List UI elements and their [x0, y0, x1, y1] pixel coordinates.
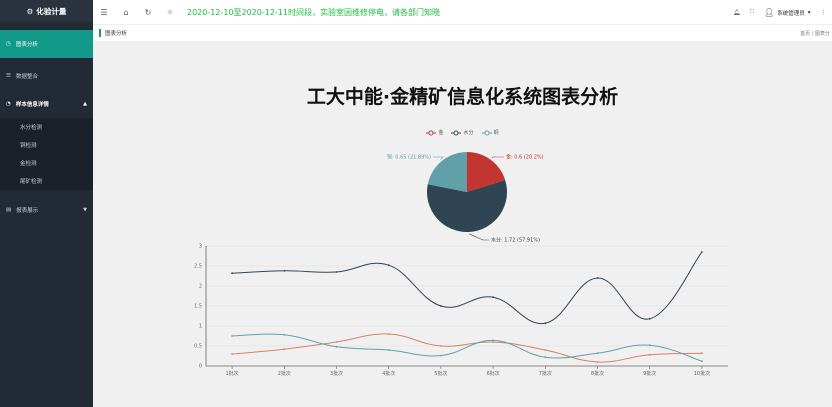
pie-label-0: 金: 0.6 (20.2%): [506, 154, 544, 161]
tab-bar: 图表分析 首页 / 图表分: [93, 25, 832, 42]
sidebar-subitem-tailings[interactable]: 尾矿检测: [0, 172, 93, 190]
y-tick-label: 1.5: [194, 304, 202, 310]
y-tick-label: 0.5: [194, 344, 202, 350]
series-point-1[interactable]: [231, 272, 234, 275]
y-tick-label: 2: [199, 284, 202, 290]
dashboard-icon: ◔: [6, 101, 11, 107]
breadcrumb-home[interactable]: 首页: [800, 31, 810, 37]
sidebar-subitem-moisture[interactable]: 水分检测: [0, 118, 93, 136]
sidebar: ⚙ 化验计量 ◷ 图表分析 ☰ 数据整合 ◔ 样本信息详情 ▲ 水分检测 铜检测…: [0, 0, 93, 407]
series-point-1[interactable]: [335, 271, 338, 273]
pie-label-line-2: [433, 156, 444, 160]
series-line-1[interactable]: [232, 251, 703, 324]
series-point-2[interactable]: [648, 344, 651, 347]
x-tick-label: 4批次: [382, 370, 395, 377]
series-point-0[interactable]: [544, 349, 547, 351]
x-tick-label: 1批次: [226, 370, 239, 377]
y-tick-label: 3: [199, 244, 202, 250]
series-point-2[interactable]: [701, 360, 703, 363]
series-point-2[interactable]: [492, 339, 494, 342]
x-tick-label: 8批次: [591, 370, 604, 377]
series-point-2[interactable]: [440, 354, 442, 357]
sidebar-subitem-gold[interactable]: 金检测: [0, 154, 93, 172]
series-point-2[interactable]: [387, 349, 390, 351]
series-point-0[interactable]: [596, 361, 599, 363]
more-icon[interactable]: ⋮: [821, 10, 827, 16]
fullscreen-icon[interactable]: ⛶: [750, 9, 754, 16]
series-point-0[interactable]: [701, 352, 703, 355]
line-chart: 0 0.5 1 1.5 2 2.5 3 1批次 2批次 3批次 4批次 5批次 6批次 7批次 8批次 9批次…: [194, 244, 728, 377]
chart-icon: ◷: [6, 41, 11, 47]
series-point-1[interactable]: [701, 251, 703, 253]
y-tick-label: 0: [199, 364, 202, 370]
breadcrumb: 首页 / 图表分: [800, 30, 830, 37]
series-point-0[interactable]: [283, 348, 286, 351]
pie-chart: 金: 0.6 (20.2%) 水分: 1.72 (57.91%) 铜: 0.65 (…: [387, 152, 544, 244]
caret-down-icon: ▾: [807, 9, 811, 16]
x-tick-label: 3批次: [330, 370, 343, 377]
series-point-2[interactable]: [596, 352, 599, 355]
series-point-2[interactable]: [544, 356, 547, 359]
doc-icon: ▤: [6, 207, 12, 213]
pie-label-1: 水分: 1.72 (57.91%): [491, 237, 540, 244]
sidebar-item-reports[interactable]: ▤ 报表展示 ▼: [0, 196, 93, 224]
series-point-2[interactable]: [231, 335, 234, 337]
topbar-right: 🔔︎ ⛶ 👤︎ 系统管理员 ▾ ⋮: [733, 0, 832, 25]
series-point-1[interactable]: [440, 305, 442, 307]
x-tick-label: 5批次: [434, 370, 447, 377]
series-point-0[interactable]: [335, 341, 338, 343]
sidebar-subitem-copper[interactable]: 铜检测: [0, 136, 93, 154]
user-icon: 👤︎: [764, 8, 775, 17]
series-point-0[interactable]: [492, 341, 494, 343]
bell-icon[interactable]: 🔔︎: [733, 10, 740, 16]
series-point-1[interactable]: [387, 264, 390, 267]
topbar: ☰ ⌂ ↻ ✳ 2020-12-10至2020-12-11时间段，实验室因维修停…: [93, 0, 832, 25]
sidebar-item-sample-details[interactable]: ◔ 样本信息详情 ▲: [0, 90, 93, 118]
series-point-0[interactable]: [648, 353, 651, 356]
tab-current[interactable]: 图表分析: [99, 29, 127, 37]
series-point-0[interactable]: [440, 345, 442, 347]
chevron-down-icon: ▼: [83, 207, 87, 213]
menu-toggle-icon[interactable]: ☰: [93, 8, 115, 17]
app-logo[interactable]: ⚙ 化验计量: [0, 0, 93, 22]
series-point-1[interactable]: [283, 269, 286, 272]
series-point-0[interactable]: [231, 353, 234, 355]
series-point-1[interactable]: [492, 296, 494, 299]
x-tick-label: 6批次: [487, 370, 500, 377]
sidebar-item-data-integration[interactable]: ☰ 数据整合: [0, 62, 93, 90]
pie-label-line-1: [469, 233, 489, 241]
chart-area: 金: 0.6 (20.2%) 水分: 1.72 (57.91%) 铜: 0.65 (…: [194, 152, 728, 377]
user-name: 系统管理员: [777, 10, 805, 17]
home-icon[interactable]: ⌂: [115, 8, 137, 17]
x-tick-label: 2批次: [278, 370, 291, 377]
pie-label-2: 铜: 0.65 (21.89%): [387, 154, 431, 161]
app-title: 化验计量: [36, 6, 67, 16]
user-menu[interactable]: 👤︎ 系统管理员 ▾: [764, 8, 810, 17]
spinner-icon: ✳: [166, 7, 174, 17]
sidebar-submenu: 水分检测 铜检测 金检测 尾矿检测: [0, 118, 93, 190]
series-point-1[interactable]: [648, 317, 651, 320]
x-tick-label: 7批次: [539, 370, 552, 377]
series-point-0[interactable]: [387, 333, 390, 335]
list-icon: ☰: [6, 73, 11, 79]
refresh-icon[interactable]: ↻: [137, 8, 159, 17]
series-point-2[interactable]: [335, 345, 338, 348]
breadcrumb-page: 图表分: [814, 30, 830, 37]
main-content: 工大中能·金精矿信息化系统图表分析 金 水分 铜 金: 0.6 (20.2%) 水…: [93, 42, 832, 407]
x-tick-label: 10批次: [694, 370, 710, 377]
series-point-2[interactable]: [283, 333, 286, 336]
notice-text: 2020-12-10至2020-12-11时间段，实验室因维修停电，请各部门知晓: [187, 7, 440, 17]
y-tick-label: 2.5: [194, 264, 202, 270]
pie-label-line-0: [491, 156, 504, 159]
chevron-up-icon: ▲: [83, 101, 87, 107]
series-point-1[interactable]: [596, 277, 599, 279]
series-point-1[interactable]: [544, 322, 547, 325]
sidebar-item-chart-analysis[interactable]: ◷ 图表分析: [0, 30, 93, 58]
x-tick-label: 9批次: [643, 370, 656, 377]
series-line-2[interactable]: [232, 333, 703, 362]
y-tick-label: 1: [199, 324, 202, 330]
logo-icon: ⚙: [26, 6, 34, 16]
